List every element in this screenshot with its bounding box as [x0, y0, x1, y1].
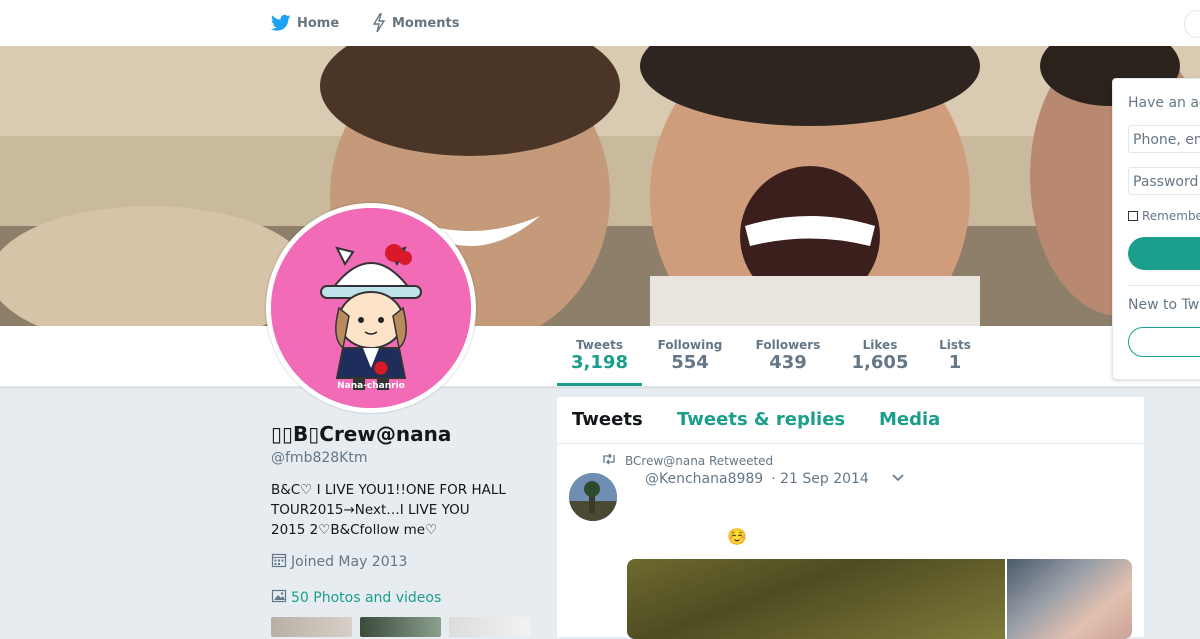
retweet-icon [601, 453, 617, 468]
nav-home[interactable]: Home [271, 0, 339, 46]
photos-videos-label: 50 Photos and videos [291, 590, 442, 606]
bio-line: B&C♡ I LIVE YOU1!!ONE FOR HALL [271, 482, 506, 498]
login-title: Have an account? [1128, 95, 1200, 111]
retweet-text[interactable]: BCrew@nana Retweeted [625, 454, 773, 468]
retweet-context: BCrew@nana Retweeted [601, 453, 773, 468]
media-thumbnail[interactable] [360, 617, 441, 637]
remember-me-label: Remember me [1142, 209, 1200, 223]
profile-name[interactable]: ▯▯B▯Crew@nana [271, 420, 541, 448]
remember-me-checkbox[interactable] [1128, 211, 1138, 221]
avatar-image: Nana-chanrio [271, 208, 471, 408]
tweet-header: @Kenchana8989 · 21 Sep 2014 [645, 471, 905, 487]
profile-bio: B&C♡ I LIVE YOU1!!ONE FOR HALL TOUR2015→… [271, 480, 541, 540]
tweet-author-avatar[interactable] [569, 473, 617, 521]
tweet-photo[interactable] [627, 559, 1005, 639]
stat-tweets-value: 3,198 [571, 352, 628, 373]
joined-text: Joined May 2013 [291, 554, 408, 570]
stat-followers-value: 439 [769, 352, 807, 373]
lightning-icon [372, 13, 386, 33]
top-navigation: Home Moments [0, 0, 1200, 47]
tweet-media[interactable] [627, 559, 1132, 639]
media-thumbnail[interactable] [449, 617, 530, 637]
stat-lists-label: Lists [939, 338, 971, 352]
remember-me[interactable]: Remember me [1128, 209, 1200, 223]
photos-videos-link[interactable]: 50 Photos and videos [271, 588, 541, 608]
tab-media[interactable]: Media [879, 409, 940, 430]
stat-likes[interactable]: Likes 1,605 [846, 326, 914, 386]
avatar-caption: Nana-chanrio [337, 381, 405, 391]
profile-joined: Joined May 2013 [271, 552, 541, 572]
media-thumbnail[interactable] [271, 617, 352, 637]
tweet-author-handle[interactable]: @Kenchana8989 [645, 471, 763, 487]
stat-following[interactable]: Following 554 [651, 326, 729, 386]
login-password-input[interactable]: Password [1128, 167, 1200, 195]
timeline-tabs: Tweets Tweets & replies Media [557, 397, 1144, 444]
tab-tweets-replies[interactable]: Tweets & replies [677, 409, 845, 430]
stat-following-label: Following [657, 338, 723, 352]
profile-card: ▯▯B▯Crew@nana @fmb828Ktm B&C♡ I LIVE YOU… [271, 420, 541, 608]
stat-tweets[interactable]: Tweets 3,198 [557, 326, 642, 386]
image-icon [271, 588, 287, 608]
login-button[interactable] [1128, 237, 1200, 270]
profile-stats-bar: Tweets 3,198 Following 554 Followers 439… [0, 326, 1200, 387]
stat-lists-value: 1 [948, 352, 962, 373]
calendar-icon [271, 552, 287, 572]
tweet-date[interactable]: · 21 Sep 2014 [771, 471, 869, 487]
bio-line: TOUR2015→Next…I LIVE YOU [271, 502, 470, 518]
chevron-down-icon[interactable] [891, 471, 905, 487]
stat-followers[interactable]: Followers 439 [749, 326, 827, 386]
nav-home-label: Home [297, 15, 340, 31]
profile-avatar[interactable]: Nana-chanrio [266, 203, 476, 413]
new-to-twitter-label: New to Twitter? [1128, 297, 1200, 313]
stat-following-value: 554 [671, 352, 709, 373]
signup-button[interactable] [1128, 327, 1200, 357]
profile-handle[interactable]: @fmb828Ktm [271, 450, 541, 466]
nav-moments-label: Moments [392, 15, 460, 31]
profile-banner [0, 46, 1200, 326]
bio-line: 2015 2♡B&Cfollow me♡ [271, 522, 438, 538]
twitter-bird-icon [271, 14, 291, 32]
stat-lists[interactable]: Lists 1 [932, 326, 978, 386]
login-box: Have an account? Phone, email or usernam… [1112, 78, 1200, 380]
login-divider [1128, 285, 1200, 286]
timeline-panel: Tweets Tweets & replies Media BCrew@nana… [557, 397, 1144, 639]
tweet-emoji: ☺️ [727, 527, 747, 546]
nav-moments[interactable]: Moments [372, 0, 459, 46]
stat-likes-label: Likes [862, 338, 898, 352]
stat-likes-value: 1,605 [851, 352, 909, 373]
login-username-input[interactable]: Phone, email or username [1128, 125, 1200, 153]
tweet-photo[interactable] [1007, 559, 1132, 639]
search-box-edge[interactable] [1184, 10, 1200, 38]
tab-tweets[interactable]: Tweets [572, 409, 643, 430]
stat-tweets-label: Tweets [575, 338, 624, 352]
stat-followers-label: Followers [755, 338, 821, 352]
